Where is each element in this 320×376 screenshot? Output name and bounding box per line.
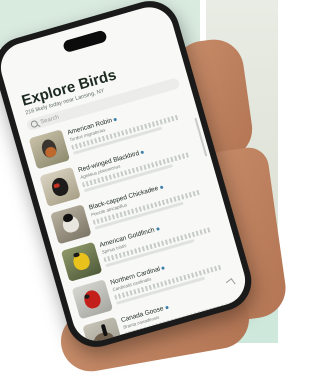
goldfinch-photo <box>60 241 103 282</box>
chickadee-photo <box>50 204 92 245</box>
verified-dot-icon <box>159 185 164 190</box>
cardinal-photo <box>71 279 114 320</box>
robin-photo <box>28 129 71 170</box>
verified-dot-icon <box>113 117 118 122</box>
search-placeholder: Search <box>39 114 60 126</box>
verified-dot-icon <box>140 150 145 155</box>
verified-dot-icon <box>161 266 166 270</box>
verified-dot-icon <box>155 227 160 231</box>
blackbird-photo <box>39 166 81 207</box>
search-icon <box>29 119 39 129</box>
dynamic-island <box>62 29 108 54</box>
verified-dot-icon <box>164 305 169 310</box>
